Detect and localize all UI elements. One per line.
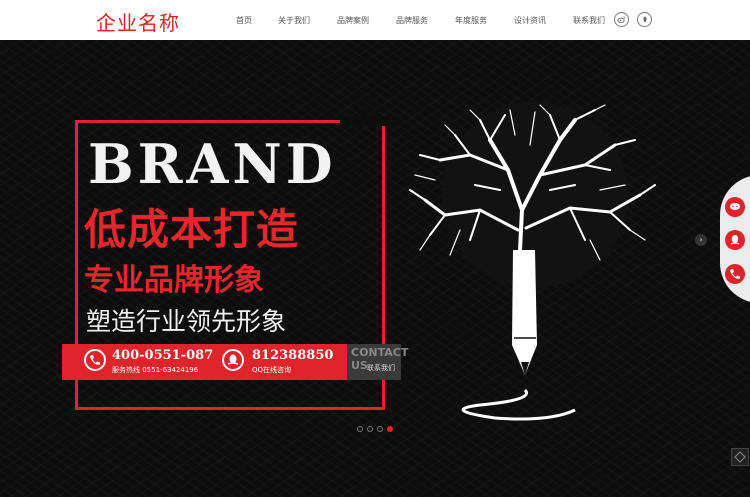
side-collapse-icon[interactable]: › (695, 234, 707, 246)
slide-dot-active[interactable] (387, 426, 393, 432)
qq-number[interactable]: 812388850 (252, 348, 333, 363)
qq-float-icon[interactable] (725, 230, 745, 250)
site-logo[interactable]: 企业名称 (96, 7, 180, 36)
subheadline: 专业品牌形象 (84, 263, 264, 298)
side-float-panel (720, 175, 750, 303)
hero-banner: BRAND 低成本打造 专业品牌形象 塑造行业领先形象 400-0551-087… (0, 40, 750, 497)
qq-icon (222, 349, 244, 371)
slide-dot[interactable] (367, 426, 373, 432)
nav-news[interactable]: 设计资讯 (514, 15, 546, 26)
weibo-icon[interactable] (614, 12, 629, 27)
nav-cases[interactable]: 品牌案例 (337, 15, 369, 26)
nav-annual[interactable]: 年度服务 (455, 15, 487, 26)
phone-float-icon[interactable] (725, 264, 745, 284)
main-nav: 首页 关于我们 品牌案例 品牌服务 年度服务 设计资讯 联系我们 (236, 0, 632, 40)
leaf-icon[interactable] (637, 12, 652, 27)
nav-contact[interactable]: 联系我们 (573, 15, 605, 26)
phone-icon (84, 349, 106, 371)
contact-title: CONTACT (351, 346, 409, 359)
diamond-icon (734, 451, 746, 463)
chat-icon[interactable] (725, 197, 745, 217)
slide-dot[interactable] (377, 426, 383, 432)
phone-number[interactable]: 400-0551-087 (112, 348, 213, 363)
nav-about[interactable]: 关于我们 (278, 15, 310, 26)
qq-caption: QQ在线咨询 (252, 366, 292, 374)
tagline: 塑造行业领先形象 (86, 307, 287, 336)
nav-home[interactable]: 首页 (236, 15, 252, 26)
frame-gap (340, 116, 400, 126)
contact-strip: 400-0551-087 服务热线 0551-63424196 81238885… (62, 344, 348, 380)
tree-pencil-illustration (409, 102, 656, 421)
headline: 低成本打造 (84, 205, 300, 254)
contact-us-button[interactable]: CONTACT US 联系我们 (347, 344, 408, 380)
contact-us-word: US (351, 359, 368, 372)
brand-heading: BRAND (88, 132, 337, 196)
phone-caption: 服务热线 0551-63424196 (112, 366, 199, 374)
slide-dot[interactable] (357, 426, 363, 432)
top-header: 企业名称 首页 关于我们 品牌案例 品牌服务 年度服务 设计资讯 联系我们 (0, 0, 750, 40)
back-to-top-button[interactable] (731, 448, 749, 466)
nav-services[interactable]: 品牌服务 (396, 15, 428, 26)
contact-sub: 联系我们 (367, 364, 395, 372)
slide-indicators (357, 426, 393, 432)
